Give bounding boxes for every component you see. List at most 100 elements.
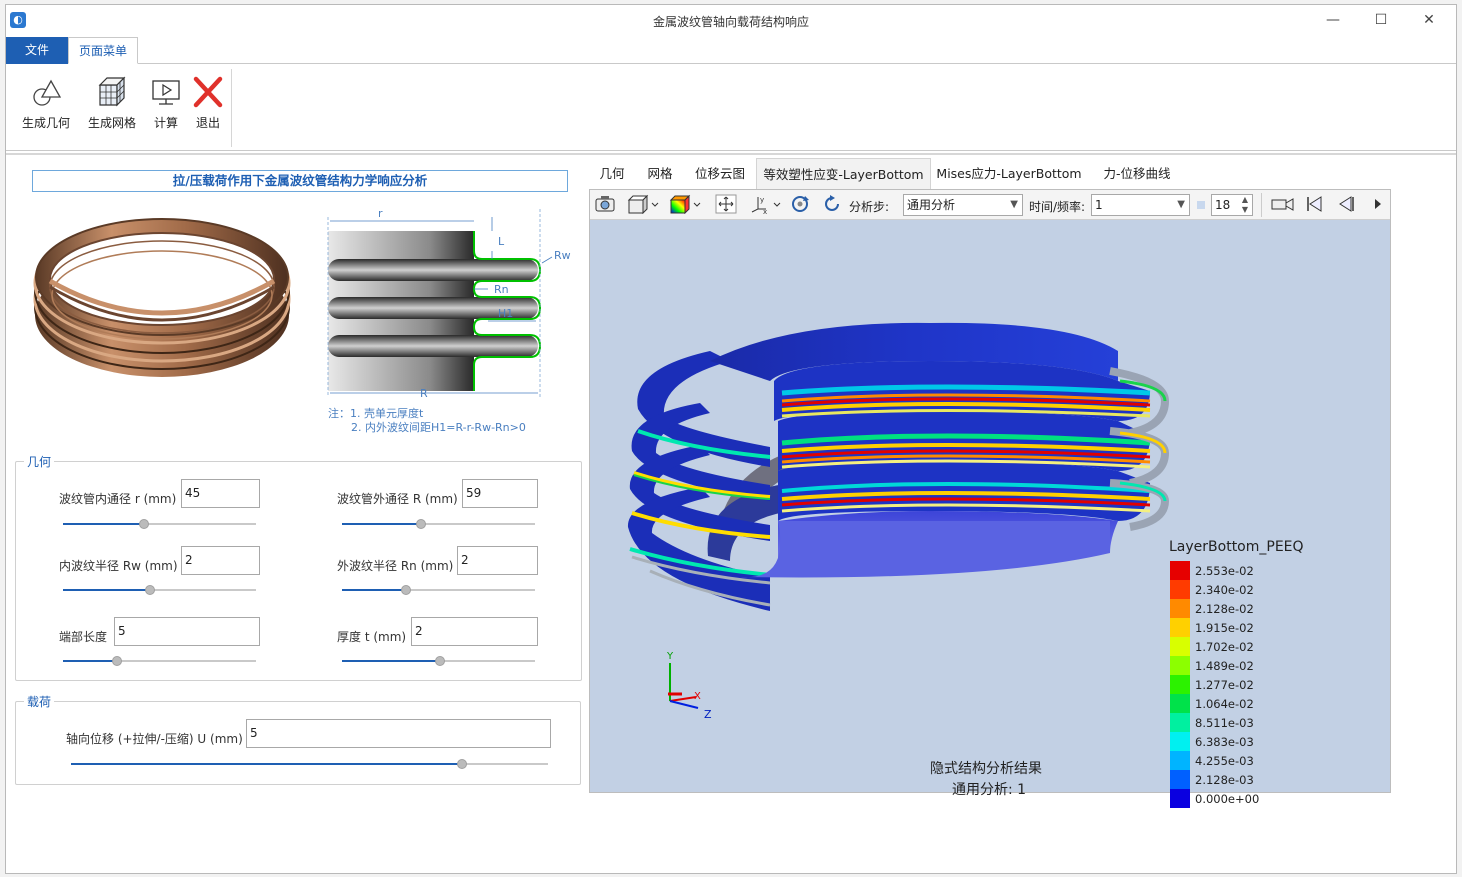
triad-y-label: Y xyxy=(666,651,674,662)
title-bar: ◐ 金属波纹管轴向载荷结构响应 — ☐ ✕ xyxy=(6,5,1456,35)
legend-swatch xyxy=(1170,656,1190,675)
label-Rn: Rn xyxy=(494,283,509,296)
triad-axes: Y X Z xyxy=(666,651,712,721)
load-group-label: 载荷 xyxy=(24,693,55,710)
legend-value: 2.553e-02 xyxy=(1195,564,1254,578)
menu-file[interactable]: 文件 xyxy=(6,37,68,64)
generate-geometry-button[interactable]: 生成几何 xyxy=(18,75,74,135)
label-R: R xyxy=(420,387,428,397)
outer-diam-input[interactable]: 59 xyxy=(462,479,538,508)
pan-icon[interactable] xyxy=(714,194,738,216)
results-panel: 几何 网格 位移云图 等效塑性应变-LayerBottom Mises应力-La… xyxy=(589,155,1458,875)
legend-swatch xyxy=(1170,789,1190,808)
thickness-input[interactable]: 2 xyxy=(411,617,538,646)
generate-mesh-button[interactable]: 生成网格 xyxy=(84,75,140,135)
legend-row: 2.128e-02 xyxy=(1170,599,1290,618)
red-x-icon xyxy=(193,76,223,108)
outer-diam-label: 波纹管外通径 R (mm) xyxy=(337,492,458,506)
time-select-value: 1 xyxy=(1095,198,1103,212)
tab-displacement[interactable]: 位移云图 xyxy=(685,158,755,189)
step-select-value: 通用分析 xyxy=(907,198,956,212)
legend-swatch xyxy=(1170,770,1190,789)
inner-diam-label: 波纹管内通径 r (mm) xyxy=(59,492,177,506)
more-tools-icon[interactable] xyxy=(1370,194,1386,216)
content-area: 拉/压载荷作用下金属波纹管结构力学响应分析 r L Rw Rn H1 R 注：1… xyxy=(6,153,1456,873)
legend-row: 1.489e-02 xyxy=(1170,656,1290,675)
mesh-cube-icon xyxy=(98,76,126,107)
video-camera-icon[interactable] xyxy=(1269,194,1297,216)
axial-disp-slider[interactable] xyxy=(71,758,548,770)
tab-mesh[interactable]: 网格 xyxy=(635,158,685,189)
camera-icon[interactable] xyxy=(593,194,617,216)
axial-disp-input[interactable]: 5 xyxy=(246,719,551,748)
legend-row: 2.553e-02 xyxy=(1170,561,1290,580)
panel-title: 拉/压载荷作用下金属波纹管结构力学响应分析 xyxy=(32,170,568,192)
refresh-icon[interactable] xyxy=(820,194,844,216)
label-L: L xyxy=(498,235,505,248)
thickness-slider[interactable] xyxy=(342,655,535,667)
ribbon: 生成几何 生成网格 计算 退出 xyxy=(6,65,1456,151)
tab-geometry[interactable]: 几何 xyxy=(589,158,635,189)
step-label: 分析步: xyxy=(849,200,890,214)
minimize-button[interactable]: — xyxy=(1310,8,1356,32)
chevron-down-icon: ▼ xyxy=(1177,199,1185,210)
end-length-input[interactable]: 5 xyxy=(114,617,260,646)
result-viewer: yx 分析步: 通用分析 ▼ 时间/频率: 1 ▼ 18 ▲ ▼ Y X Z L… xyxy=(589,189,1391,808)
frame-value: 18 xyxy=(1215,198,1231,212)
generate-geometry-label: 生成几何 xyxy=(21,116,70,130)
legend-swatch xyxy=(1170,618,1190,637)
legend-swatch xyxy=(1170,751,1190,770)
tab-mises[interactable]: Mises应力-LayerBottom xyxy=(932,158,1086,189)
triad-x-label: X xyxy=(694,691,701,702)
fea-3d-scene[interactable]: Y X Z LayerBottom_PEEQ 2.553e-02 2.340e-0… xyxy=(590,221,1390,808)
tab-force-displacement[interactable]: 力-位移曲线 xyxy=(1089,158,1185,189)
inner-radius-input[interactable]: 2 xyxy=(181,546,260,575)
legend-row: 1.277e-02 xyxy=(1170,675,1290,694)
end-length-slider[interactable] xyxy=(63,655,256,667)
label-H1: H1 xyxy=(498,307,513,320)
inner-diam-slider[interactable] xyxy=(63,518,256,530)
load-group: 载荷 轴向位移 (+拉伸/-压缩) U (mm) 5 xyxy=(15,693,581,785)
maximize-button[interactable]: ☐ xyxy=(1358,8,1404,32)
legend-row: 1.064e-02 xyxy=(1170,694,1290,713)
inner-diam-input[interactable]: 45 xyxy=(181,479,260,508)
legend-row: 6.383e-03 xyxy=(1170,732,1290,751)
outer-diam-slider[interactable] xyxy=(342,518,535,530)
contour-color-icon[interactable] xyxy=(666,194,704,216)
legend-row: 0.000e+00 xyxy=(1170,789,1290,808)
tab-peeq[interactable]: 等效塑性应变-LayerBottom xyxy=(756,158,931,189)
legend-title: LayerBottom_PEEQ xyxy=(1169,539,1304,555)
toolbar-separator xyxy=(1261,193,1262,217)
frame-spinner[interactable]: 18 ▲ ▼ xyxy=(1211,194,1253,216)
end-length-label: 端部长度 xyxy=(59,630,108,644)
step-select[interactable]: 通用分析 ▼ xyxy=(903,194,1023,216)
previous-frame-icon[interactable] xyxy=(1334,194,1358,216)
legend-value: 1.277e-02 xyxy=(1195,678,1254,692)
legend-swatch xyxy=(1170,561,1190,580)
legend-value: 2.340e-02 xyxy=(1195,583,1254,597)
inner-radius-slider[interactable] xyxy=(63,584,256,596)
svg-text:x: x xyxy=(763,208,767,214)
legend-swatch xyxy=(1170,675,1190,694)
outer-radius-input[interactable]: 2 xyxy=(457,546,538,575)
legend-value: 1.489e-02 xyxy=(1195,659,1254,673)
legend-swatch xyxy=(1170,694,1190,713)
time-select[interactable]: 1 ▼ xyxy=(1091,194,1190,216)
view-cube-icon[interactable] xyxy=(624,194,662,216)
menu-page[interactable]: 页面菜单 xyxy=(68,37,138,64)
outer-radius-slider[interactable] xyxy=(342,584,535,596)
legend-row: 4.255e-03 xyxy=(1170,751,1290,770)
ribbon-separator xyxy=(231,69,232,147)
rotate-icon[interactable] xyxy=(788,194,812,216)
viewer-toolbar: yx 分析步: 通用分析 ▼ 时间/频率: 1 ▼ 18 ▲ ▼ xyxy=(590,190,1390,220)
axes-orientation-icon[interactable]: yx xyxy=(746,194,784,216)
close-button[interactable]: ✕ xyxy=(1406,8,1452,32)
first-frame-icon[interactable] xyxy=(1302,194,1326,216)
legend-value: 8.511e-03 xyxy=(1195,716,1254,730)
exit-button[interactable]: 退出 xyxy=(180,75,236,135)
time-label: 时间/频率: xyxy=(1029,200,1086,214)
legend-value: 0.000e+00 xyxy=(1195,792,1260,806)
chevron-down-icon: ▼ xyxy=(1010,199,1018,210)
result-caption-title: 隐式结构分析结果 xyxy=(930,761,1042,777)
spinner-arrows-icon: ▲ ▼ xyxy=(1241,195,1248,214)
